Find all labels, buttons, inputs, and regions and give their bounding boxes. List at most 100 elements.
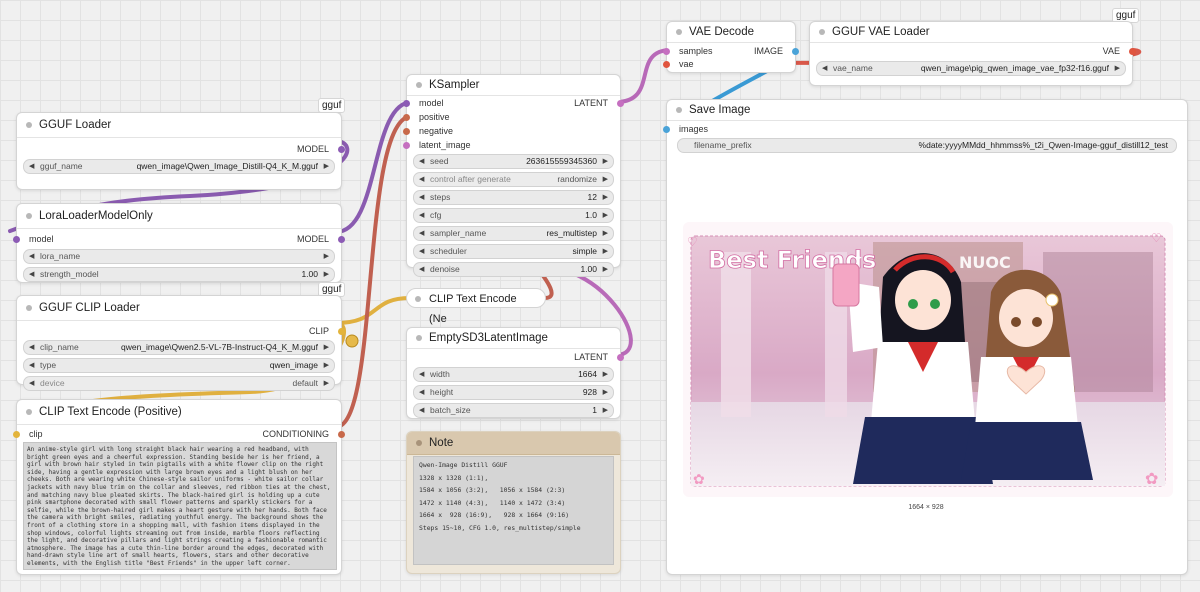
seed-number[interactable]: ◀ seed 263615559345360 ▶ xyxy=(413,154,614,169)
latent-port-dot-icon[interactable] xyxy=(617,354,624,361)
node-title[interactable]: CLIP Text Encode (Positive) xyxy=(17,400,341,425)
width-number[interactable]: ◀ width 1664 ▶ xyxy=(413,367,614,382)
model-input-dot-icon[interactable] xyxy=(403,100,410,107)
arrow-left-icon[interactable]: ◀ xyxy=(419,404,424,417)
reroute-knot[interactable] xyxy=(345,334,359,348)
note-textarea[interactable]: Qwen-Image Distill GGUF 1328 x 1328 (1:1… xyxy=(413,456,614,565)
arrow-right-icon[interactable]: ▶ xyxy=(603,209,608,222)
height-number[interactable]: ◀ height 928 ▶ xyxy=(413,385,614,400)
collapse-dot-icon[interactable] xyxy=(819,29,825,35)
arrow-right-icon[interactable]: ▶ xyxy=(603,227,608,240)
image-output-dot-icon[interactable] xyxy=(792,48,799,55)
node-title[interactable]: GGUF CLIP Loader xyxy=(17,296,341,321)
steps-number[interactable]: ◀ steps 12 ▶ xyxy=(413,190,614,205)
arrow-right-icon[interactable]: ▶ xyxy=(324,359,329,372)
arrow-right-icon[interactable]: ▶ xyxy=(603,173,608,186)
node-title[interactable]: VAE Decode xyxy=(667,22,795,43)
arrow-left-icon[interactable]: ◀ xyxy=(419,173,424,186)
denoise-number[interactable]: ◀ denoise 1.00 ▶ xyxy=(413,262,614,277)
collapse-dot-icon[interactable] xyxy=(26,409,32,415)
lora-name-combo[interactable]: ◀ lora_name ▶ xyxy=(23,249,335,264)
arrow-right-icon[interactable]: ▶ xyxy=(324,250,329,263)
node-title[interactable]: Save Image xyxy=(667,100,1187,121)
vae-decode-node[interactable]: VAE Decode samples IMAGE vae xyxy=(663,21,799,73)
port-row-samples[interactable]: samples IMAGE xyxy=(663,45,799,58)
gguf-vae-loader-node[interactable]: GGUF VAE Loader VAE ◀ vae_name qwen_imag… xyxy=(809,21,1136,86)
collapse-dot-icon[interactable] xyxy=(416,82,422,88)
arrow-left-icon[interactable]: ◀ xyxy=(419,263,424,276)
port-row-vae[interactable]: vae xyxy=(663,58,795,71)
model-output-dot-icon[interactable] xyxy=(338,236,345,243)
empty-sd3-latent-node[interactable]: EmptySD3LatentImage LATENT ◀ width 1664 ▶ ◀… xyxy=(406,327,624,419)
collapse-dot-icon[interactable] xyxy=(26,305,32,311)
port-row-images[interactable]: images xyxy=(663,123,1187,136)
gguf-clip-loader-node[interactable]: GGUF CLIP Loader CLIP ◀ clip_name qwen_i… xyxy=(16,295,345,391)
model-port-dot-icon[interactable] xyxy=(338,146,345,153)
control-after-generate-combo[interactable]: ◀ control after generate randomize ▶ xyxy=(413,172,614,187)
latent-input-dot-icon[interactable] xyxy=(403,142,410,149)
arrow-left-icon[interactable]: ◀ xyxy=(29,250,34,263)
clip-input-dot-icon[interactable] xyxy=(13,431,20,438)
arrow-right-icon[interactable]: ▶ xyxy=(603,368,608,381)
arrow-right-icon[interactable]: ▶ xyxy=(603,404,608,417)
arrow-right-icon[interactable]: ▶ xyxy=(324,268,329,281)
arrow-right-icon[interactable]: ▶ xyxy=(603,245,608,258)
collapse-dot-icon[interactable] xyxy=(676,107,682,113)
scheduler-combo[interactable]: ◀ scheduler simple ▶ xyxy=(413,244,614,259)
vae-port-dot-icon[interactable] xyxy=(1129,48,1136,55)
samples-input-dot-icon[interactable] xyxy=(663,48,670,55)
port-row-negative[interactable]: negative xyxy=(403,125,620,138)
type-combo[interactable]: ◀ type qwen_image ▶ xyxy=(23,358,335,373)
collapse-dot-icon[interactable] xyxy=(415,296,421,302)
port-row-positive[interactable]: positive xyxy=(403,111,620,124)
output-port-vae[interactable]: VAE xyxy=(810,45,1136,58)
node-title[interactable]: Note xyxy=(407,432,620,455)
output-port-model[interactable]: MODEL xyxy=(17,143,345,156)
strength-model-number[interactable]: ◀ strength_model 1.00 ▶ xyxy=(23,267,335,282)
arrow-right-icon[interactable]: ▶ xyxy=(1115,62,1120,75)
note-node[interactable]: Note Qwen-Image Distill GGUF 1328 x 1328… xyxy=(406,431,621,574)
collapse-dot-icon[interactable] xyxy=(26,122,32,128)
output-port-latent[interactable]: LATENT xyxy=(407,351,624,364)
arrow-right-icon[interactable]: ▶ xyxy=(603,386,608,399)
clip-text-encode-positive-node[interactable]: CLIP Text Encode (Positive) clip CONDITI… xyxy=(13,399,345,575)
images-input-dot-icon[interactable] xyxy=(663,126,670,133)
arrow-right-icon[interactable]: ▶ xyxy=(603,155,608,168)
arrow-right-icon[interactable]: ▶ xyxy=(603,263,608,276)
arrow-left-icon[interactable]: ◀ xyxy=(419,191,424,204)
model-input-dot-icon[interactable] xyxy=(13,236,20,243)
collapse-dot-icon[interactable] xyxy=(416,335,422,341)
positive-input-dot-icon[interactable] xyxy=(403,114,410,121)
vae-input-dot-icon[interactable] xyxy=(663,61,670,68)
prompt-textarea[interactable]: An anime-style girl with long straight b… xyxy=(23,442,337,570)
node-title[interactable]: KSampler xyxy=(407,75,620,96)
port-row-latent[interactable]: latent_image xyxy=(403,139,620,152)
latent-output-dot-icon[interactable] xyxy=(617,100,624,107)
arrow-right-icon[interactable]: ▶ xyxy=(324,341,329,354)
collapse-dot-icon[interactable] xyxy=(676,29,682,35)
node-title[interactable]: GGUF VAE Loader xyxy=(810,22,1132,43)
arrow-right-icon[interactable]: ▶ xyxy=(324,377,329,390)
arrow-left-icon[interactable]: ◀ xyxy=(29,268,34,281)
arrow-left-icon[interactable]: ◀ xyxy=(29,160,34,173)
port-row-clip[interactable]: clip CONDITIONING xyxy=(13,428,345,441)
collapse-dot-icon[interactable] xyxy=(416,440,422,446)
negative-input-dot-icon[interactable] xyxy=(403,128,410,135)
device-combo[interactable]: ◀ device default ▶ xyxy=(23,376,335,391)
arrow-left-icon[interactable]: ◀ xyxy=(419,368,424,381)
arrow-left-icon[interactable]: ◀ xyxy=(419,245,424,258)
gguf-name-combo[interactable]: ◀ gguf_name qwen_image\Qwen_Image_Distil… xyxy=(23,159,335,174)
vae-name-combo[interactable]: ◀ vae_name qwen_image\pig_qwen_image_vae… xyxy=(816,61,1126,76)
arrow-left-icon[interactable]: ◀ xyxy=(822,62,827,75)
arrow-left-icon[interactable]: ◀ xyxy=(419,209,424,222)
node-title[interactable]: GGUF Loader xyxy=(17,113,341,138)
lora-loader-node[interactable]: LoraLoaderModelOnly model MODEL ◀ lora_n… xyxy=(13,203,345,283)
clip-port-dot-icon[interactable] xyxy=(338,328,345,335)
node-title[interactable]: EmptySD3LatentImage xyxy=(407,328,620,349)
ksampler-node[interactable]: KSampler model LATENT positive negative … xyxy=(403,74,624,277)
node-title[interactable]: LoraLoaderModelOnly xyxy=(17,204,341,229)
arrow-left-icon[interactable]: ◀ xyxy=(419,155,424,168)
clip-text-encode-negative-node[interactable]: CLIP Text Encode (Ne xyxy=(406,288,546,325)
sampler-name-combo[interactable]: ◀ sampler_name res_multistep ▶ xyxy=(413,226,614,241)
arrow-left-icon[interactable]: ◀ xyxy=(29,377,34,390)
